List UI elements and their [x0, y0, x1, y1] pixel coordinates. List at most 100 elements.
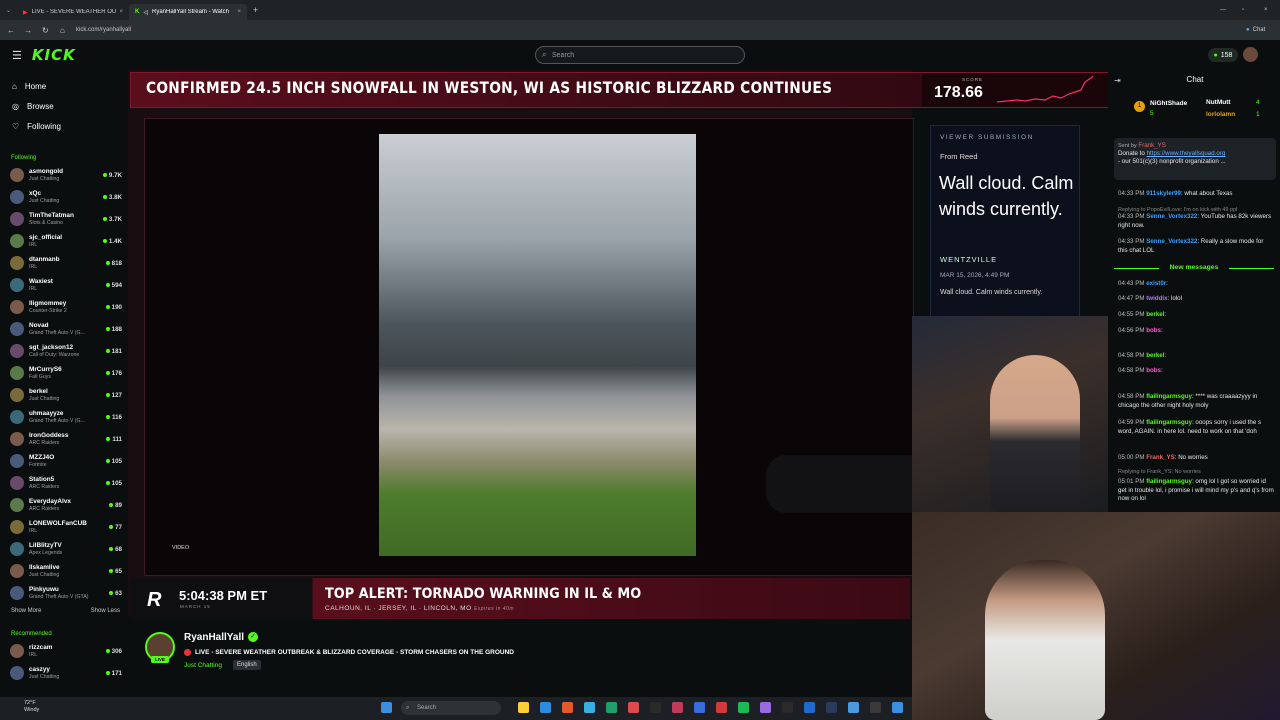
live-badge: LIVE — [151, 656, 169, 663]
taskbar-app-icon[interactable] — [584, 702, 595, 713]
nav-home[interactable]: ⌂ Home — [0, 76, 128, 96]
taskbar-search[interactable]: ⌕ Search — [401, 701, 501, 715]
sidebar-channel[interactable]: EverydayAlvx ARC Raiders 89 — [0, 494, 128, 516]
taskbar-app-icon[interactable] — [518, 702, 529, 713]
sidebar-channel[interactable]: llskamlive Just Chatting 65 — [0, 560, 128, 582]
taskbar-app-icon[interactable] — [650, 702, 661, 713]
message-user[interactable]: berkel — [1146, 352, 1164, 359]
taskbar-app-icon[interactable] — [562, 702, 573, 713]
user-avatar[interactable] — [1243, 47, 1258, 62]
speaker-icon[interactable]: ◁ — [143, 9, 148, 16]
sidebar-channel[interactable]: uhmaayyze Grand Theft Auto V (G... 116 — [0, 406, 128, 428]
message-user[interactable]: Senne_Vortex322 — [1146, 213, 1197, 220]
taskbar-app-icon[interactable] — [760, 702, 771, 713]
url-field[interactable]: kick.com/ryanhallyall — [76, 27, 131, 33]
sidebar-channel[interactable]: MZZJ4O Fortnite 105 — [0, 450, 128, 472]
taskbar-app-icon[interactable] — [628, 702, 639, 713]
taskbar-app-icon[interactable] — [826, 702, 837, 713]
streamer-name[interactable]: RyanHallYall — [184, 632, 244, 643]
message-user[interactable]: 911skyler99 — [1146, 190, 1181, 197]
points-badge[interactable]: ● 158 — [1208, 48, 1238, 62]
close-tab-icon[interactable]: × — [238, 9, 242, 15]
close-tab-icon[interactable]: × — [120, 9, 124, 15]
show-less-button[interactable]: Show Less — [91, 608, 120, 614]
leader-name-2[interactable]: NutMutt — [1206, 99, 1231, 106]
windows-start-icon[interactable] — [381, 702, 392, 713]
sidebar-channel[interactable]: sjc_official IRL 1.4K — [0, 230, 128, 252]
chat-title: Chat — [1186, 75, 1204, 84]
back-icon[interactable]: ← — [7, 26, 15, 35]
taskbar-app-icon[interactable] — [782, 702, 793, 713]
message-time: 04:58 PM — [1118, 352, 1145, 359]
restore-icon[interactable]: ▫ — [1242, 7, 1244, 13]
chat-button-label: Chat — [1252, 27, 1266, 33]
message-user[interactable]: flailingarmsguy — [1146, 478, 1192, 485]
taskbar-app-icon[interactable] — [848, 702, 859, 713]
pinned-message[interactable]: Sent by Frank_YS Donate to https://www.t… — [1114, 138, 1276, 180]
minimize-icon[interactable]: — — [1220, 7, 1226, 13]
leader-name-3[interactable]: lorlolamn — [1206, 111, 1235, 118]
message-user[interactable]: flailingarmsguy — [1146, 393, 1192, 400]
sidebar-channel[interactable]: sgt_jackson12 Call of Duty: Warzone 181 — [0, 340, 128, 362]
taskbar-app-icon[interactable] — [716, 702, 727, 713]
nav-following[interactable]: ♡ Following — [0, 116, 128, 136]
stream-category[interactable]: Just Chatting — [184, 662, 222, 669]
taskbar-app-icon[interactable] — [694, 702, 705, 713]
chat-message: 04:56 PM bobs: — [1118, 327, 1274, 336]
sidebar-channel[interactable]: berkel Just Chatting 127 — [0, 384, 128, 406]
taskbar-app-icon[interactable] — [738, 702, 749, 713]
message-user[interactable]: Frank_YS — [1146, 454, 1175, 461]
taskbar-app-icon[interactable] — [870, 702, 881, 713]
forward-icon[interactable]: → — [24, 26, 32, 35]
chat-message: 04:59 PM flailingarmsguy: ooops sorry i … — [1118, 419, 1274, 436]
message-user[interactable]: bobs — [1146, 367, 1161, 374]
taskbar-app-icon[interactable] — [540, 702, 551, 713]
sidebar-channel[interactable]: xQc Just Chatting 3.8K — [0, 186, 128, 208]
sidebar-channel[interactable]: Pinkyuwu Grand Theft Auto V (GTA) 63 — [0, 582, 128, 604]
message-user[interactable]: twiddix — [1146, 295, 1167, 302]
stream-language-tag[interactable]: English — [233, 660, 261, 670]
sidebar-channel[interactable]: LilBlitzyTV Apex Legends 68 — [0, 538, 128, 560]
channel-name: sjc_official — [29, 233, 63, 241]
sidebar-channel[interactable]: asmongold Just Chatting 9.7K — [0, 164, 128, 186]
message-user[interactable]: flailingarmsguy — [1146, 419, 1192, 426]
window-close-icon[interactable]: × — [1264, 7, 1268, 13]
message-user[interactable]: exist0r — [1146, 280, 1166, 287]
home-icon[interactable]: ⌂ — [60, 26, 65, 35]
tab-menu-icon[interactable]: ⌄ — [6, 7, 11, 14]
sidebar-channel[interactable]: dtanmanb IRL 818 — [0, 252, 128, 274]
sidebar-channel[interactable]: caszyy Just Chatting 171 — [0, 662, 128, 684]
sidebar-channel[interactable]: rizzcam IRL 306 — [0, 640, 128, 662]
sidebar-channel[interactable]: LONEWOLFanCUB IRL 77 — [0, 516, 128, 538]
taskbar-app-icon[interactable] — [606, 702, 617, 713]
nav-browse[interactable]: ◎ Browse — [0, 96, 128, 116]
new-tab-icon[interactable]: + — [253, 5, 258, 15]
message-user[interactable]: bobs — [1146, 327, 1161, 334]
chat-button[interactable]: ● Chat — [1246, 27, 1265, 33]
sidebar-channel[interactable]: IronGoddess ARC Raiders 111 — [0, 428, 128, 450]
leader-name-1[interactable]: NiGhtShade — [1150, 100, 1187, 107]
taskbar-weather[interactable]: 72°F Windy — [24, 700, 39, 714]
kick-logo[interactable]: KICK — [32, 46, 76, 64]
sidebar-channel[interactable]: Waxiest IRL 594 — [0, 274, 128, 296]
taskbar-app-icon[interactable] — [672, 702, 683, 713]
refresh-icon[interactable]: ↻ — [42, 26, 49, 35]
sidebar-channel[interactable]: TimTheTatman Slots & Casino 3.7K — [0, 208, 128, 230]
taskbar-app-icon[interactable] — [892, 702, 903, 713]
sidebar-channel[interactable]: Station5 ARC Raiders 105 — [0, 472, 128, 494]
pinned-link[interactable]: https://www.theyallsquad.org — [1147, 150, 1226, 157]
message-user[interactable]: berkel — [1146, 311, 1164, 318]
sidebar-channel[interactable]: MrCurryS6 Fall Guys 176 — [0, 362, 128, 384]
show-more-button[interactable]: Show More — [11, 608, 41, 614]
sidebar-channel[interactable]: Novad Grand Theft Auto V (G... 188 — [0, 318, 128, 340]
pinned-user[interactable]: Frank_YS — [1138, 142, 1166, 149]
top-alert: TOP ALERT: TORNADO WARNING IN IL & MO — [325, 586, 642, 602]
message-user[interactable]: Senne_Vortex322 — [1146, 238, 1197, 245]
menu-icon[interactable]: ☰ — [12, 49, 22, 62]
search-input[interactable]: ⌕ Search — [535, 46, 745, 64]
tab-weather[interactable]: ▶ LIVE - SEVERE WEATHER OUTB × — [17, 4, 129, 20]
sidebar-channel[interactable]: lligmommey Counter-Strike 2 190 — [0, 296, 128, 318]
tab-kick[interactable]: K ◁ RyanHallYall Stream - Watch × — [129, 4, 248, 20]
taskbar-app-icon[interactable] — [804, 702, 815, 713]
channel-text: MrCurryS6 Fall Guys — [29, 366, 106, 381]
